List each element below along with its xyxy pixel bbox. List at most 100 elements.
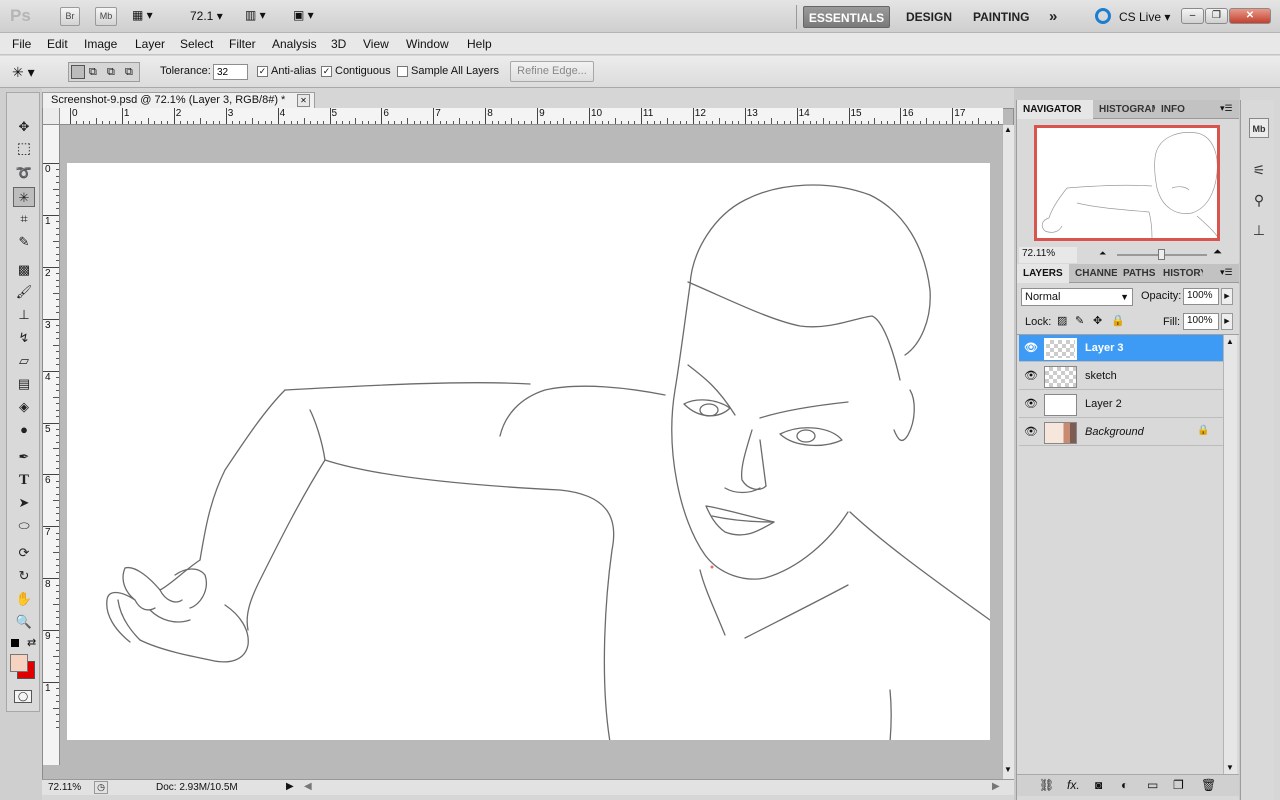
eraser-tool-icon[interactable]: ▱: [13, 351, 35, 371]
menu-help[interactable]: Help: [467, 37, 492, 51]
tab-info[interactable]: INFO: [1155, 100, 1197, 119]
clone-source-panel-icon[interactable]: ⊥: [1249, 220, 1269, 240]
new-group-icon[interactable]: ▭: [1147, 778, 1158, 792]
tolerance-input[interactable]: [213, 64, 248, 80]
fill-input[interactable]: 100%: [1183, 313, 1219, 330]
zoom-slider-thumb[interactable]: [1158, 249, 1165, 260]
path-selection-tool-icon[interactable]: ➤: [13, 493, 35, 513]
pen-tool-icon[interactable]: ✒: [13, 447, 35, 467]
blur-tool-icon[interactable]: ◈: [13, 397, 35, 417]
tab-layers[interactable]: LAYERS: [1017, 264, 1069, 283]
layers-scrollbar[interactable]: ▲ ▼: [1223, 335, 1237, 775]
cs-live-menu[interactable]: CS Live ▾: [1119, 10, 1170, 24]
scroll-right-icon[interactable]: ▶: [992, 781, 1000, 792]
status-zoom[interactable]: 72.11%: [48, 782, 81, 793]
zoom-level-dropdown[interactable]: 72.1 ▾: [190, 9, 223, 23]
lock-position-icon[interactable]: ✥: [1093, 314, 1102, 327]
layer-row-layer-2[interactable]: 👁 Layer 2: [1019, 391, 1223, 418]
add-to-selection-icon[interactable]: ⧉: [89, 66, 97, 79]
adjustments-panel-icon[interactable]: ⚟: [1249, 160, 1269, 180]
3d-rotate-tool-icon[interactable]: ⟳: [13, 543, 35, 563]
menu-edit[interactable]: Edit: [47, 37, 68, 51]
layer-style-icon[interactable]: fx.: [1067, 778, 1080, 792]
layer-row-sketch[interactable]: 👁 sketch: [1019, 363, 1223, 390]
tab-histogram[interactable]: HISTOGRAM: [1093, 100, 1155, 119]
hand-tool-icon[interactable]: ✋: [13, 589, 35, 609]
tab-navigator[interactable]: NAVIGATOR: [1017, 100, 1093, 119]
marquee-tool-icon[interactable]: ⬚: [13, 139, 35, 159]
foreground-color-swatch[interactable]: [10, 654, 28, 672]
history-brush-tool-icon[interactable]: ↯: [13, 328, 35, 348]
screen-mode-button[interactable]: ▣ ▾: [293, 8, 314, 22]
default-colors-icon[interactable]: [11, 639, 19, 647]
document-tab[interactable]: Screenshot-9.psd @ 72.1% (Layer 3, RGB/8…: [42, 92, 315, 108]
lock-image-icon[interactable]: ✎: [1075, 314, 1084, 327]
panel-menu-icon[interactable]: ▾☰: [1220, 103, 1233, 114]
mini-bridge-panel-icon[interactable]: Mb: [1249, 118, 1269, 138]
clone-stamp-tool-icon[interactable]: ⊥: [13, 305, 35, 325]
close-document-icon[interactable]: ✕: [297, 94, 310, 107]
workspace-painting[interactable]: PAINTING: [973, 6, 1029, 28]
menu-window[interactable]: Window: [406, 37, 449, 51]
crop-tool-icon[interactable]: ⌗: [13, 209, 35, 229]
adjustment-layer-icon[interactable]: ◐: [1121, 778, 1128, 792]
menu-filter[interactable]: Filter: [229, 37, 256, 51]
workspace-essentials[interactable]: ESSENTIALS: [803, 6, 890, 28]
brush-tool-icon[interactable]: 🖌: [13, 282, 35, 302]
view-extras-button[interactable]: ▦ ▾: [132, 8, 166, 25]
scroll-left-icon[interactable]: ◀: [304, 781, 312, 792]
delete-layer-icon[interactable]: 🗑: [1201, 778, 1216, 792]
visibility-eye-icon[interactable]: 👁: [1024, 397, 1038, 411]
menu-analysis[interactable]: Analysis: [272, 37, 317, 51]
blend-mode-dropdown[interactable]: Normal ▼: [1021, 288, 1133, 306]
menu-layer[interactable]: Layer: [135, 37, 165, 51]
anti-alias-checkbox[interactable]: ✓: [257, 66, 268, 77]
navigator-zoom-value[interactable]: 72.11%: [1019, 247, 1077, 263]
lock-all-icon[interactable]: 🔒: [1111, 314, 1125, 327]
layer-row-background[interactable]: 👁 Background 🔒: [1019, 419, 1223, 446]
menu-view[interactable]: View: [363, 37, 389, 51]
arrange-documents-button[interactable]: ▥ ▾: [245, 8, 266, 22]
new-selection-icon[interactable]: [71, 65, 85, 79]
spot-healing-tool-icon[interactable]: ▩: [13, 260, 35, 280]
tab-channels[interactable]: CHANNELS: [1069, 264, 1117, 283]
type-tool-icon[interactable]: T: [13, 470, 35, 490]
magic-wand-tool-icon[interactable]: ✳: [13, 187, 35, 207]
launch-mini-bridge-button[interactable]: Mb: [95, 7, 117, 26]
link-layers-icon[interactable]: ⛓: [1039, 778, 1054, 792]
scroll-down-icon[interactable]: ▼: [1226, 763, 1234, 772]
status-menu-arrow-icon[interactable]: ▶: [286, 781, 294, 792]
vertical-ruler[interactable]: 0 1 2 3 4 5 6 7 8 9 1: [43, 125, 60, 765]
intersect-selection-icon[interactable]: ⧉: [125, 66, 133, 79]
tab-paths[interactable]: PATHS: [1117, 264, 1157, 283]
timer-icon[interactable]: ◷: [94, 781, 108, 794]
layer-mask-icon[interactable]: ◙: [1095, 778, 1102, 792]
layers-panel-menu-icon[interactable]: ▾☰: [1220, 267, 1233, 278]
visibility-eye-icon[interactable]: 👁: [1024, 369, 1038, 383]
quick-mask-icon[interactable]: ◯: [14, 690, 32, 703]
swap-colors-icon[interactable]: ⇄: [27, 636, 36, 649]
visibility-eye-icon[interactable]: 👁: [1024, 425, 1038, 439]
navigator-preview[interactable]: [1034, 125, 1220, 241]
tool-preset-picker[interactable]: ✳ ▾: [12, 61, 56, 83]
brush-presets-panel-icon[interactable]: ⚲: [1249, 190, 1269, 210]
dodge-tool-icon[interactable]: ●: [13, 420, 35, 440]
ellipse-tool-icon[interactable]: ⬭: [13, 516, 35, 536]
menu-3d[interactable]: 3D: [331, 37, 346, 51]
scroll-up-icon[interactable]: ▲: [1004, 125, 1012, 134]
3d-orbit-tool-icon[interactable]: ↻: [13, 566, 35, 586]
menu-select[interactable]: Select: [180, 37, 213, 51]
zoom-tool-icon[interactable]: 🔍: [13, 612, 35, 632]
zoom-out-icon[interactable]: ⏶: [1099, 248, 1106, 259]
launch-bridge-button[interactable]: Br: [60, 7, 80, 26]
tab-history[interactable]: HISTORY: [1157, 264, 1203, 283]
refine-edge-button[interactable]: Refine Edge...: [510, 61, 594, 82]
layer-row-layer-3[interactable]: 👁 Layer 3: [1019, 335, 1223, 362]
opacity-slider-arrow-icon[interactable]: ▶: [1221, 288, 1233, 305]
scroll-up-icon[interactable]: ▲: [1226, 337, 1234, 346]
more-workspaces-button[interactable]: »: [1049, 6, 1057, 28]
ruler-origin[interactable]: [43, 108, 60, 125]
sample-all-layers-checkbox[interactable]: [397, 66, 408, 77]
navigator-zoom-slider[interactable]: [1117, 249, 1207, 260]
zoom-in-icon[interactable]: ⏶: [1213, 246, 1222, 259]
